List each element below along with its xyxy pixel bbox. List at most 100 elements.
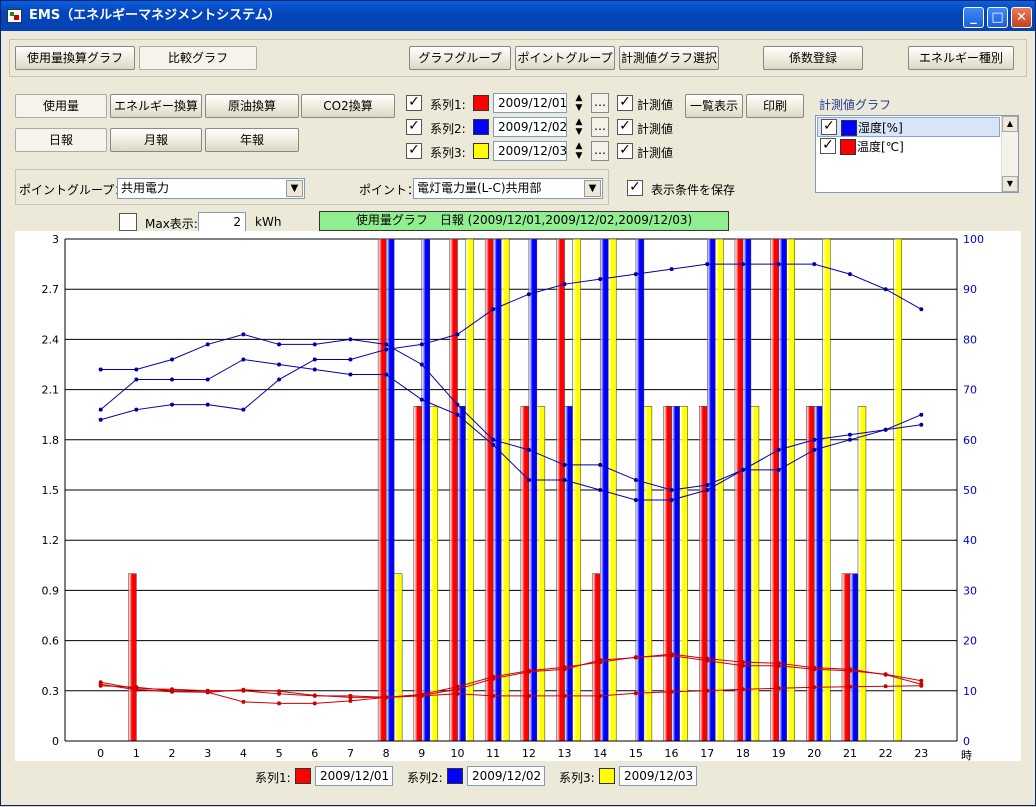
line-point-2-h4	[241, 357, 246, 362]
x-tick-label: 8	[383, 747, 390, 760]
x-tick-label: 10	[450, 747, 464, 760]
bar-series2-h12	[528, 238, 538, 742]
line-point-5-h11	[491, 676, 496, 681]
y-tick-label: 1.5	[42, 484, 60, 497]
line-point-1-h9	[419, 362, 424, 367]
line-point-6-h17	[705, 688, 710, 693]
y2-tick-label: 80	[963, 333, 977, 346]
x-tick-label: 21	[843, 747, 857, 760]
line-point-3-h8	[384, 347, 389, 352]
line-point-2-h13	[562, 477, 567, 482]
line-point-1-h14	[598, 462, 603, 467]
y2-tick-label: 10	[963, 685, 977, 698]
line-point-5-h5	[277, 689, 282, 694]
line-point-2-h6	[312, 367, 317, 372]
line-point-2-h3	[205, 377, 210, 382]
x-tick-label: 9	[418, 747, 425, 760]
line-point-5-h18	[740, 660, 745, 665]
line-point-1-h12	[526, 447, 531, 452]
bar-series1-h21	[841, 573, 851, 742]
line-point-2-h5	[277, 362, 282, 367]
y-tick-label: 1.8	[42, 434, 60, 447]
line-point-6-h3	[205, 690, 210, 695]
line-point-3-h2	[170, 402, 175, 407]
y2-tick-label: 70	[963, 384, 977, 397]
line-point-5-h19	[776, 661, 781, 666]
bar-series2-h15	[635, 238, 645, 742]
y-tick-label: 0.3	[42, 685, 60, 698]
y2-tick-label: 40	[963, 534, 977, 547]
line-point-5-h4	[241, 687, 246, 692]
bar-series3-h8	[393, 573, 403, 742]
line-point-1-h11	[491, 437, 496, 442]
line-point-6-h20	[812, 685, 817, 690]
chart-background	[15, 231, 1021, 761]
legend-series3-swatch	[599, 768, 615, 784]
x-tick-label: 16	[665, 747, 679, 760]
line-point-6-h13	[562, 693, 567, 698]
line-point-6-h1	[134, 687, 139, 692]
bar-series1-h8	[377, 238, 387, 742]
x-tick-label: 12	[522, 747, 536, 760]
line-point-1-h16	[669, 488, 674, 492]
x-tick-label: 6	[311, 747, 318, 760]
line-point-4-h23	[919, 678, 924, 683]
line-point-2-h0	[98, 407, 103, 412]
legend-series1-date: 2009/12/01	[315, 766, 393, 786]
line-point-1-h17	[705, 482, 710, 487]
line-point-5-h14	[598, 658, 603, 663]
x-tick-label: 11	[486, 747, 500, 760]
line-point-3-h21	[847, 272, 852, 277]
y-tick-label: 1.2	[42, 534, 60, 547]
bar-series3-h22	[893, 238, 902, 742]
bar-series2-h20	[814, 406, 823, 742]
line-point-3-h13	[562, 282, 567, 287]
line-point-3-h19	[776, 262, 781, 267]
line-point-1-h20	[812, 437, 817, 442]
line-point-1-h3	[205, 342, 210, 347]
line-point-6-h18	[740, 687, 745, 692]
line-point-3-h1	[134, 407, 139, 412]
x-tick-label: 4	[240, 747, 247, 760]
line-point-2-h20	[812, 447, 817, 452]
line-point-1-h7	[348, 337, 353, 342]
line-point-1-h4	[241, 332, 246, 337]
line-point-2-h11	[491, 442, 496, 447]
line-point-6-h4	[241, 699, 246, 704]
line-point-2-h10	[455, 412, 460, 417]
bar-series3-h14	[607, 238, 617, 742]
line-point-4-h18	[740, 663, 745, 668]
line-point-3-h15	[633, 272, 638, 277]
line-point-3-h20	[812, 262, 817, 267]
line-point-1-h15	[633, 477, 638, 482]
x-axis-label: 時	[961, 749, 972, 762]
y2-tick-label: 0	[963, 735, 970, 748]
line-point-1-h2	[170, 357, 175, 362]
line-point-6-h12	[526, 693, 531, 698]
y2-tick-label: 30	[963, 584, 977, 597]
line-point-3-h0	[98, 417, 103, 422]
bar-series1-h14	[591, 573, 601, 742]
bar-series1-h12	[520, 406, 530, 742]
y-tick-label: 2.7	[42, 283, 60, 296]
line-point-3-h7	[348, 357, 353, 362]
line-point-3-h11	[491, 307, 496, 312]
line-point-3-h14	[598, 277, 603, 282]
line-point-1-h8	[384, 342, 389, 347]
line-point-3-h9	[419, 342, 424, 347]
line-point-6-h15	[633, 691, 638, 696]
line-point-6-h22	[883, 684, 888, 689]
y-tick-label: 2.4	[42, 333, 60, 346]
bar-series2-h21	[849, 573, 859, 742]
y2-tick-label: 20	[963, 635, 977, 648]
line-point-3-h18	[740, 262, 745, 267]
line-point-3-h4	[241, 407, 246, 412]
x-tick-label: 23	[914, 747, 928, 760]
line-point-2-h8	[384, 372, 389, 377]
bar-series1-h1	[128, 573, 137, 742]
line-point-2-h22	[883, 427, 888, 432]
line-point-5-h10	[455, 687, 460, 692]
line-point-5-h21	[847, 667, 852, 672]
line-point-2-h18	[740, 467, 745, 472]
line-point-6-h0	[98, 682, 103, 687]
